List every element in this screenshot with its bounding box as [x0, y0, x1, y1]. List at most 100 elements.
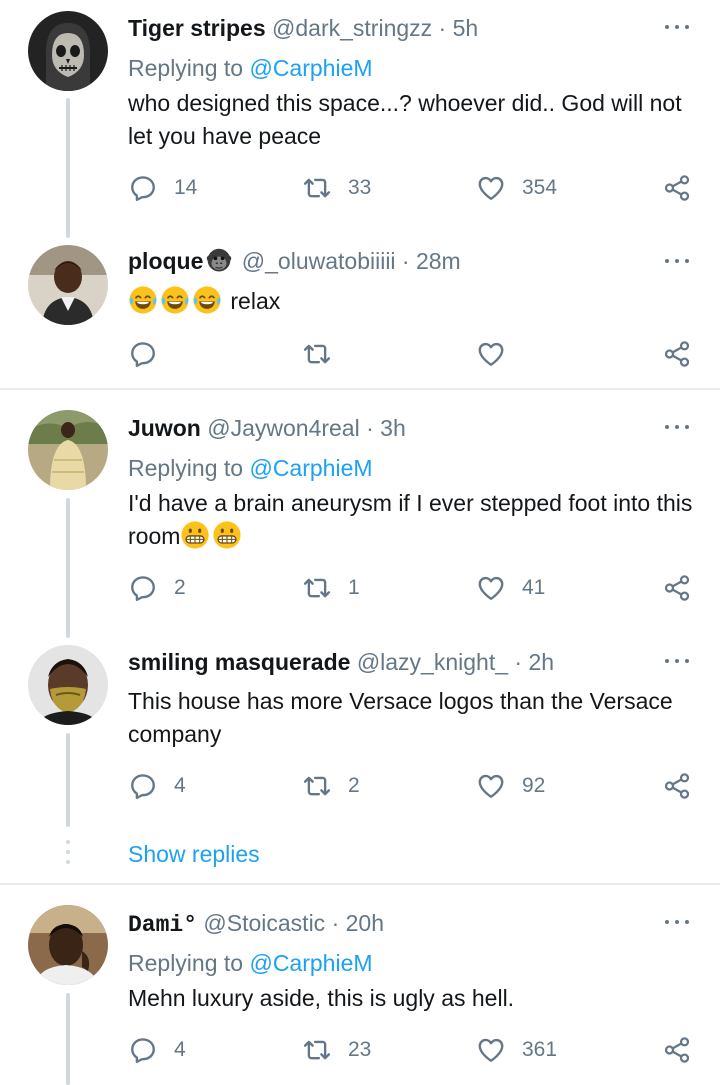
retweet-button[interactable]: 33 — [302, 170, 371, 206]
retweet-icon — [302, 173, 332, 203]
tweet-header: Juwon @Jaywon4real · 3h — [128, 412, 680, 444]
share-button[interactable] — [662, 570, 692, 606]
tweet-ploque[interactable]: ploque @_oluwatobiiiii · 28m relax — [0, 235, 720, 388]
more-icon[interactable] — [662, 646, 692, 676]
reply-icon — [128, 1035, 158, 1065]
thread-line — [66, 498, 70, 638]
share-button[interactable] — [662, 170, 692, 206]
reply-button[interactable]: 14 — [128, 170, 197, 206]
display-name[interactable]: ploque — [128, 248, 203, 274]
display-name[interactable]: Dami° — [128, 912, 197, 938]
tweet-actions: 4 23 361 — [0, 1032, 720, 1068]
tweet-header: ploque @_oluwatobiiiii · 28m — [128, 245, 680, 277]
share-icon — [662, 771, 692, 801]
tweet-actions: 2 1 41 — [0, 570, 720, 606]
replying-to-link[interactable]: @CarphieM — [249, 455, 372, 481]
handle-and-time[interactable]: @dark_stringzz · 5h — [272, 15, 478, 41]
avatar[interactable] — [28, 905, 108, 985]
heart-icon — [476, 339, 506, 369]
tweet-dami[interactable]: Dami° @Stoicastic · 20h Replying to @Car… — [0, 895, 720, 1085]
like-button[interactable]: 361 — [476, 1032, 557, 1068]
tweet-header: Dami° @Stoicastic · 20h — [128, 907, 680, 939]
display-name[interactable]: Juwon — [128, 415, 201, 441]
tears-of-joy-emoji — [160, 285, 190, 315]
tweet-text: I'd have a brain aneurysm if I ever step… — [128, 487, 700, 553]
gorilla-emoji — [205, 247, 233, 275]
reply-icon — [128, 173, 158, 203]
reply-icon — [128, 771, 158, 801]
reply-count: 2 — [174, 576, 186, 599]
more-icon[interactable] — [662, 12, 692, 42]
reply-icon — [128, 339, 158, 369]
grimacing-emoji — [212, 520, 242, 550]
share-icon — [662, 173, 692, 203]
avatar[interactable] — [28, 245, 108, 325]
heart-icon — [476, 771, 506, 801]
like-button[interactable]: 92 — [476, 768, 545, 804]
reply-count: 4 — [174, 1038, 186, 1061]
handle-and-time[interactable]: @_oluwatobiiiii · 28m — [242, 248, 461, 274]
retweet-button[interactable]: 23 — [302, 1032, 371, 1068]
like-count: 92 — [522, 774, 546, 797]
like-count: 361 — [522, 1038, 558, 1061]
retweet-count: 1 — [348, 576, 360, 599]
retweet-button[interactable]: 1 — [302, 570, 360, 606]
tweet-text: Mehn luxury aside, this is ugly as hell. — [128, 985, 515, 1011]
handle-and-time[interactable]: @Jaywon4real · 3h — [207, 415, 406, 441]
tweet-text: relax — [128, 285, 700, 318]
tweet-actions — [0, 336, 720, 372]
tweet-tiger-stripes[interactable]: Tiger stripes @dark_stringzz · 5h Replyi… — [0, 0, 720, 238]
more-icon[interactable] — [662, 246, 692, 276]
separator — [0, 883, 720, 885]
tweet-header: Tiger stripes @dark_stringzz · 5h — [128, 12, 680, 44]
replying-to: Replying to @CarphieM — [128, 455, 373, 481]
avatar[interactable] — [28, 11, 108, 91]
more-icon[interactable] — [662, 907, 692, 937]
tweet-smiling-masquerade[interactable]: smiling masquerade @lazy_knight_ · 2h Th… — [0, 635, 720, 835]
more-icon[interactable] — [662, 412, 692, 442]
like-button[interactable] — [476, 336, 522, 372]
retweet-icon — [302, 573, 332, 603]
retweet-icon — [302, 771, 332, 801]
handle-and-time[interactable]: @lazy_knight_ · 2h — [357, 649, 554, 675]
share-icon — [662, 339, 692, 369]
replying-to-link[interactable]: @CarphieM — [249, 950, 372, 976]
reply-button[interactable]: 4 — [128, 768, 186, 804]
reply-button[interactable]: 4 — [128, 1032, 186, 1068]
reply-count: 4 — [174, 774, 186, 797]
reply-button[interactable]: 2 — [128, 570, 186, 606]
like-button[interactable]: 354 — [476, 170, 557, 206]
retweet-count: 23 — [348, 1038, 372, 1061]
retweet-button[interactable]: 2 — [302, 768, 360, 804]
tweet-actions: 14 33 354 — [0, 170, 720, 206]
avatar[interactable] — [28, 410, 108, 490]
tweet-text-content: relax — [230, 288, 281, 314]
retweet-icon — [302, 1035, 332, 1065]
heart-icon — [476, 173, 506, 203]
avatar[interactable] — [28, 645, 108, 725]
display-name[interactable]: Tiger stripes — [128, 15, 266, 41]
thread-continuation-dots — [66, 840, 70, 870]
reply-count: 14 — [174, 176, 198, 199]
replying-to: Replying to @CarphieM — [128, 950, 373, 976]
retweet-icon — [302, 339, 332, 369]
share-button[interactable] — [662, 336, 692, 372]
reply-icon — [128, 573, 158, 603]
share-icon — [662, 1035, 692, 1065]
tweet-juwon[interactable]: Juwon @Jaywon4real · 3h Replying to @Car… — [0, 400, 720, 638]
reply-button[interactable] — [128, 336, 174, 372]
retweet-button[interactable] — [302, 336, 348, 372]
display-name[interactable]: smiling masquerade — [128, 649, 350, 675]
tears-of-joy-emoji — [128, 285, 158, 315]
thread-line — [66, 98, 70, 238]
separator — [0, 388, 720, 390]
share-button[interactable] — [662, 1032, 692, 1068]
show-replies-link[interactable]: Show replies — [128, 838, 260, 870]
handle-and-time[interactable]: @Stoicastic · 20h — [203, 910, 384, 936]
tweet-actions: 4 2 92 — [0, 768, 720, 804]
replying-to: Replying to @CarphieM — [128, 55, 373, 81]
replying-to-link[interactable]: @CarphieM — [249, 55, 372, 81]
heart-icon — [476, 1035, 506, 1065]
share-button[interactable] — [662, 768, 692, 804]
like-button[interactable]: 41 — [476, 570, 545, 606]
